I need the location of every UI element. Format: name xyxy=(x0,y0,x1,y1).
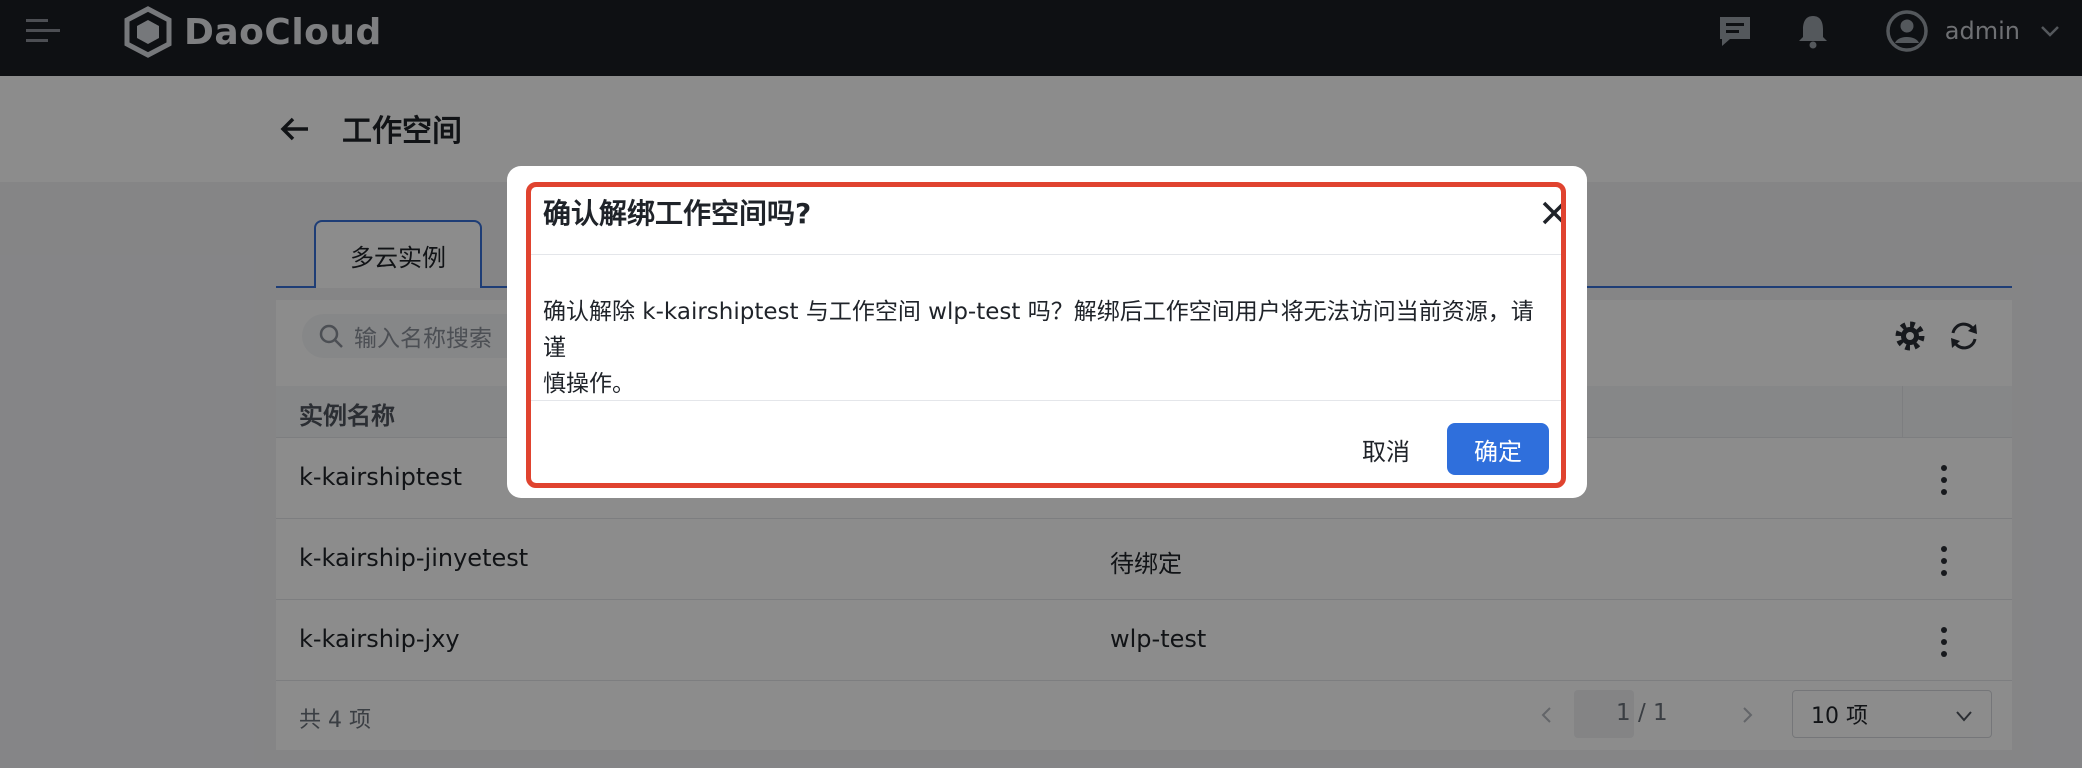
unbind-confirm-dialog: 确认解绑工作空间吗? 确认解除 k-kairshiptest 与工作空间 wlp… xyxy=(507,166,1587,498)
confirm-button[interactable]: 确定 xyxy=(1447,423,1549,475)
dialog-message: 确认解除 k-kairshiptest 与工作空间 wlp-test 吗？解绑后… xyxy=(543,294,1555,402)
cancel-button[interactable]: 取消 xyxy=(1345,424,1427,474)
dialog-title: 确认解绑工作空间吗? xyxy=(543,197,812,230)
dialog-message-line: 确认解除 k-kairshiptest 与工作空间 wlp-test 吗？解绑后… xyxy=(543,299,1534,361)
dialog-message-line: 慎操作。 xyxy=(543,371,635,397)
close-icon[interactable] xyxy=(1539,198,1569,228)
dialog-divider xyxy=(526,400,1566,401)
dialog-divider xyxy=(526,254,1566,255)
